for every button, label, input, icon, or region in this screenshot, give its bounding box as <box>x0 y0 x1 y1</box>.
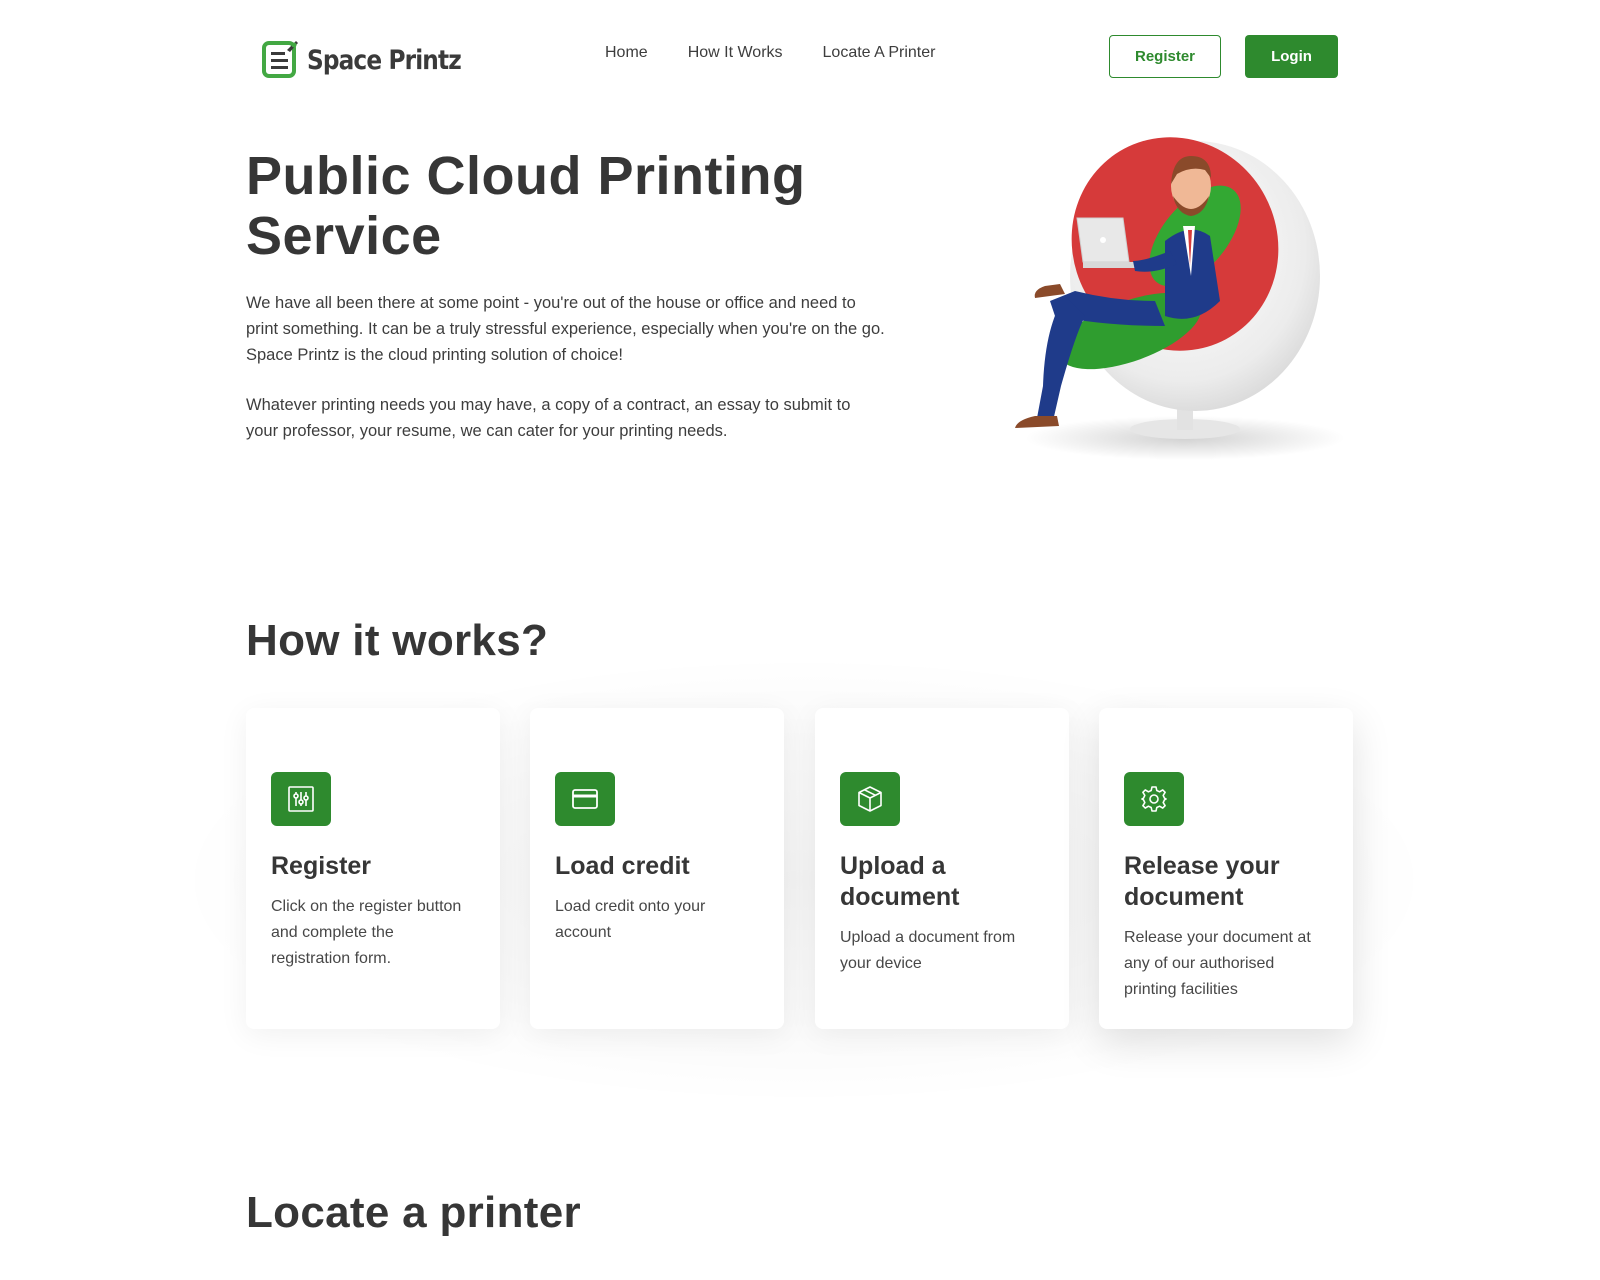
site-header: Space Printz Home How It Works Locate A … <box>0 0 1600 112</box>
step-card-upload: Upload a document Upload a document from… <box>815 708 1069 1029</box>
step-card-register: Register Click on the register button an… <box>246 708 500 1029</box>
nav-locate-a-printer[interactable]: Locate A Printer <box>823 44 936 62</box>
credit-card-icon <box>555 772 615 826</box>
box-icon <box>840 772 900 826</box>
how-it-works-title: How it works? <box>246 616 549 665</box>
nav-home[interactable]: Home <box>605 44 648 62</box>
hero-paragraph: Whatever printing needs you may have, a … <box>246 396 851 440</box>
step-description: Upload a document from your device <box>840 929 1016 972</box>
hero-title: Public Cloud Printing Service <box>246 146 806 266</box>
logo-text: Space Printz <box>307 44 462 76</box>
step-title: Upload a document <box>840 852 960 911</box>
step-description: Load credit onto your account <box>555 898 706 941</box>
hero-illustration <box>1015 137 1345 460</box>
step-card-load-credit: Load credit Load credit onto your accoun… <box>530 708 784 1029</box>
step-description: Release your document at any of our auth… <box>1124 929 1311 998</box>
nav-how-it-works[interactable]: How It Works <box>688 44 783 62</box>
step-title: Register <box>271 852 372 880</box>
step-description: Click on the register button and complet… <box>271 898 462 967</box>
step-title: Release your document <box>1124 852 1280 911</box>
gear-icon <box>1124 772 1184 826</box>
locate-printer-title: Locate a printer <box>246 1188 581 1237</box>
register-button[interactable]: Register <box>1109 35 1221 78</box>
page: Space Printz Home How It Works Locate A … <box>0 0 1600 1280</box>
step-card-release: Release your document Release your docum… <box>1099 708 1353 1029</box>
sliders-icon <box>271 772 331 826</box>
hero-paragraph: We have all been there at some point - y… <box>246 294 885 364</box>
step-title: Load credit <box>555 852 690 880</box>
main-nav: Home How It Works Locate A Printer <box>605 44 935 62</box>
logo-icon <box>262 41 298 78</box>
login-button[interactable]: Login <box>1245 35 1338 78</box>
logo[interactable]: Space Printz <box>261 38 486 82</box>
